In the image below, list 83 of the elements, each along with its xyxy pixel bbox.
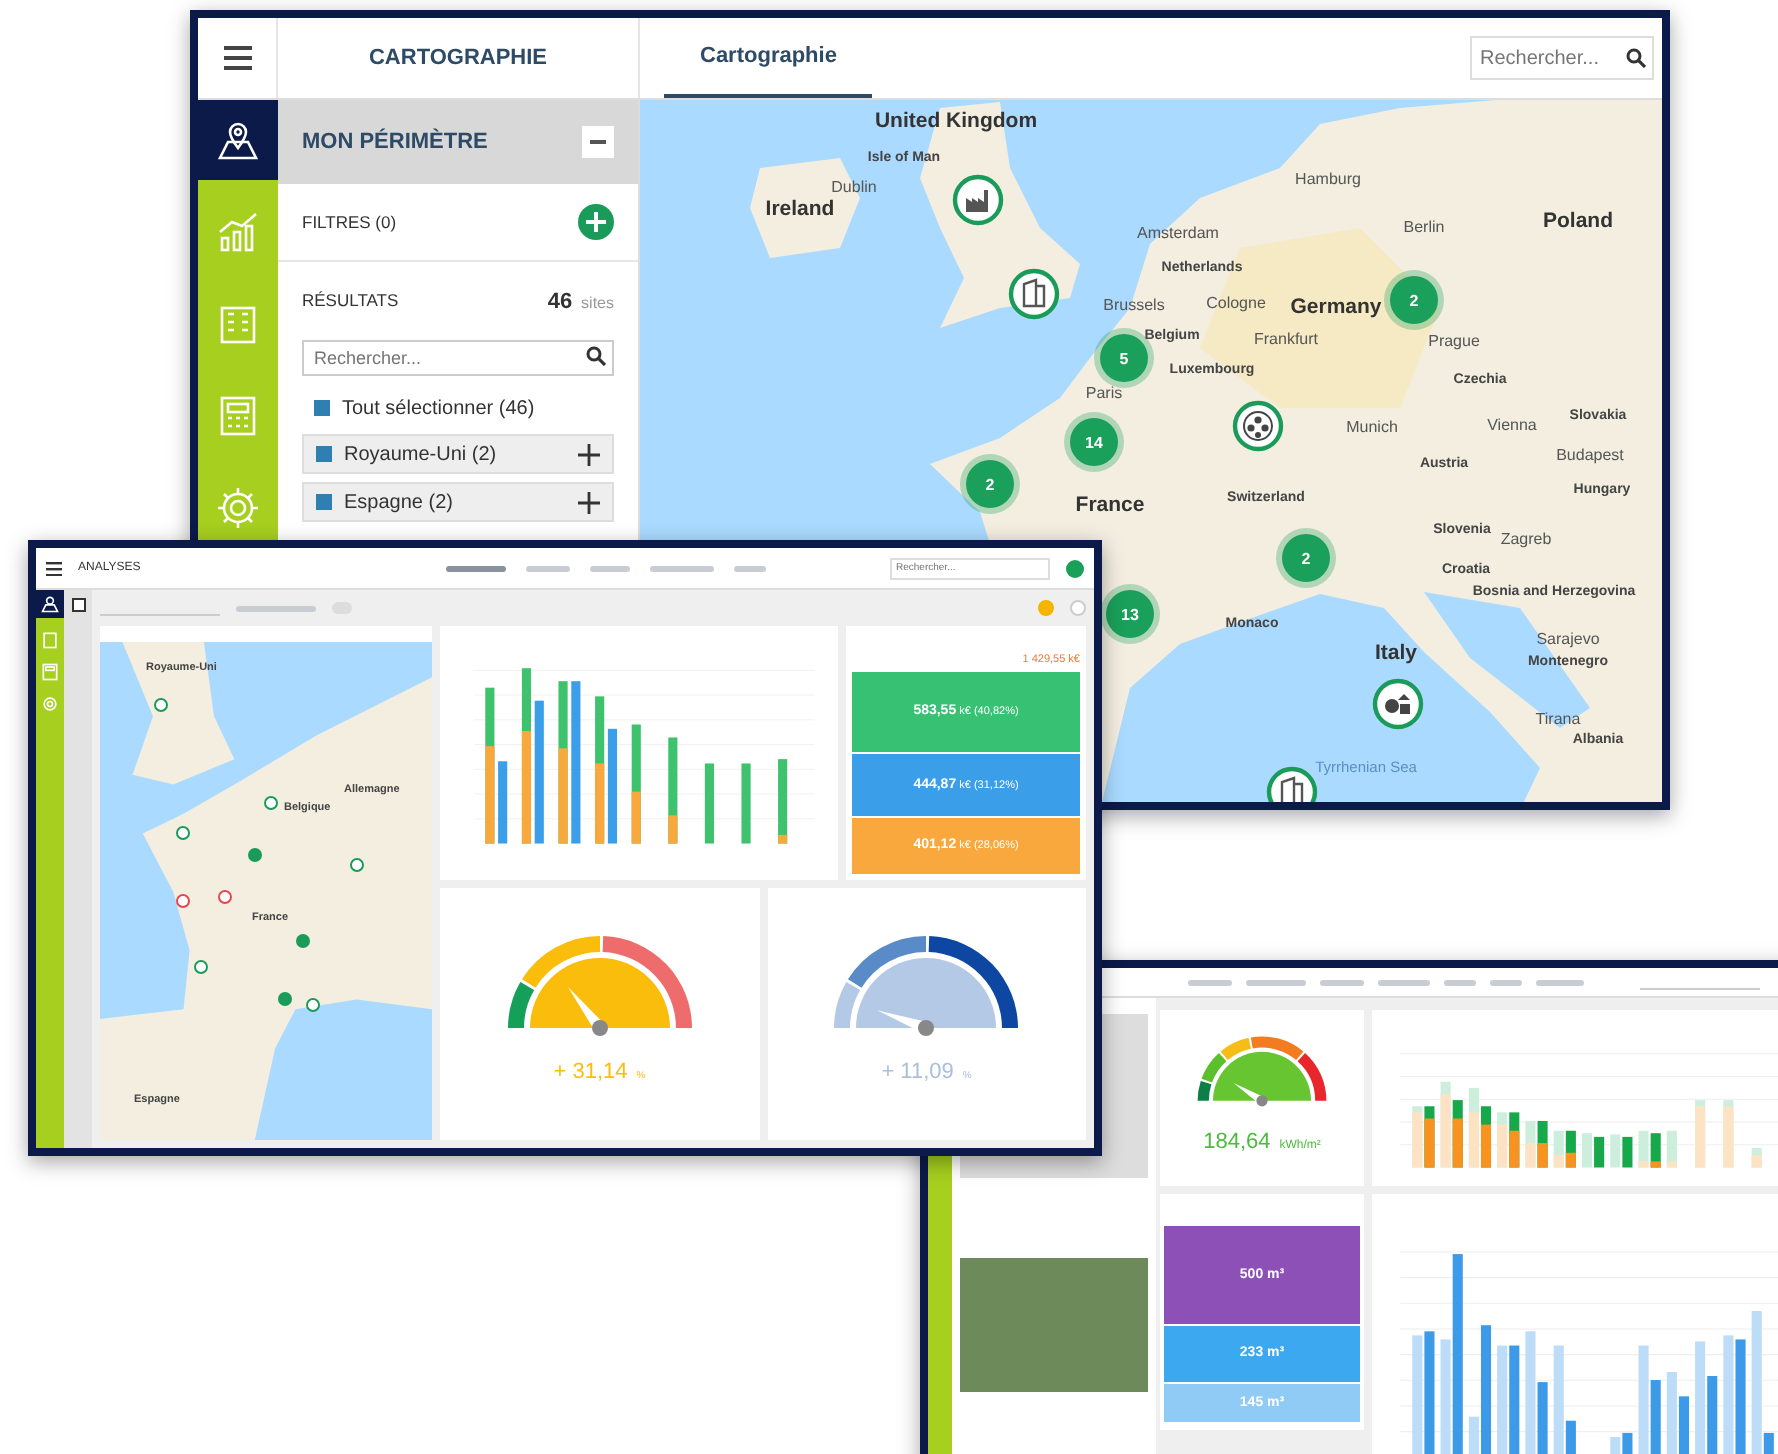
app-title: CARTOGRAPHIE	[368, 46, 548, 70]
map-label: Cologne	[1206, 295, 1266, 313]
calculator-icon[interactable]	[40, 662, 60, 682]
avatar[interactable]	[1066, 559, 1084, 577]
blurred-text	[733, 565, 766, 571]
chart-bar	[1723, 1106, 1734, 1168]
map-label: Munich	[1346, 419, 1398, 437]
chart-bar	[741, 763, 751, 844]
blurred-text	[1188, 979, 1232, 985]
nav-item[interactable]	[36, 590, 64, 618]
blurred-text	[236, 605, 316, 611]
plus-icon	[586, 212, 606, 232]
map-label: Budapest	[1556, 447, 1624, 465]
gauge-value: + 31,14	[553, 1059, 628, 1083]
ball-marker-icon[interactable]	[1232, 400, 1284, 452]
map-pin-icon	[40, 594, 60, 614]
menu-icon	[223, 46, 251, 70]
filters-label: FILTRES (0)	[302, 212, 397, 232]
gauge-drawing	[1192, 1030, 1332, 1110]
checkbox[interactable]	[316, 494, 332, 510]
map-label: Vienna	[1487, 417, 1537, 435]
results-unit: sites	[581, 294, 614, 312]
factory-marker-icon[interactable]	[952, 174, 1004, 226]
panel-title: MON PÉRIMÈTRE	[302, 130, 488, 154]
list-item[interactable]: Espagne (2)	[302, 482, 614, 522]
plus-icon[interactable]	[578, 443, 600, 465]
blurred-text	[1246, 979, 1306, 985]
map-label: Berlin	[1403, 219, 1445, 237]
building-marker-icon[interactable]	[1008, 268, 1060, 320]
checkbox[interactable]	[314, 400, 330, 416]
chart-bar	[1695, 1106, 1706, 1168]
blurred-text	[445, 565, 506, 571]
menu-icon[interactable]	[46, 561, 62, 575]
map-label: France	[1075, 495, 1145, 517]
line-chart-icon	[214, 208, 262, 256]
blurred-text	[1490, 979, 1522, 985]
search-icon	[1626, 48, 1646, 68]
blurred-text	[1320, 979, 1364, 985]
blurred-text	[1378, 979, 1430, 985]
blurred-text	[649, 565, 714, 571]
map-label: Germany	[1290, 297, 1382, 319]
collapse-button[interactable]	[71, 598, 85, 612]
collapse-button[interactable]	[582, 126, 614, 158]
map-label: Paris	[1085, 385, 1123, 403]
site-marker[interactable]	[176, 894, 190, 908]
map-label: Dublin	[831, 179, 877, 197]
settings-icon	[214, 484, 262, 532]
add-filter-button[interactable]	[578, 204, 614, 240]
checkbox[interactable]	[316, 446, 332, 462]
blurred-text	[1444, 979, 1476, 985]
search-field[interactable]: Rechercher...	[302, 340, 614, 376]
map-label: Zagreb	[1500, 531, 1552, 549]
nav-item[interactable]	[198, 100, 278, 180]
map-label: Hamburg	[1295, 171, 1361, 189]
settings-icon[interactable]	[40, 694, 60, 714]
gauge-value: 184,64	[1203, 1130, 1271, 1154]
plus-icon[interactable]	[578, 491, 600, 513]
chart-bar	[498, 761, 508, 844]
blurred-text	[1536, 979, 1584, 985]
blurred-text	[589, 565, 630, 571]
blurred-text	[525, 565, 570, 571]
results-count: 46	[547, 290, 573, 314]
list-item[interactable]: Royaume-Uni (2)	[302, 434, 614, 474]
select-all-item[interactable]: Tout sélectionner (46)	[302, 390, 614, 426]
gauge-value: + 11,09	[881, 1059, 954, 1083]
map-label: Ireland	[765, 199, 835, 221]
map-label: Sarajevo	[1536, 631, 1600, 649]
map-label: Amsterdam	[1137, 225, 1219, 243]
map-label: Tirana	[1535, 711, 1581, 729]
map-label: Italy	[1375, 643, 1417, 665]
search-field[interactable]: Rechercher...	[1470, 36, 1654, 80]
map-label: Brussels	[1103, 297, 1165, 315]
map-label: Prague	[1428, 333, 1480, 351]
chart-bar	[704, 763, 715, 844]
sites-marker-icon[interactable]	[1372, 678, 1424, 730]
results-label: RÉSULTATS	[302, 290, 399, 310]
building-icon[interactable]	[40, 630, 60, 650]
map-label: United Kingdom	[874, 111, 1038, 133]
map-label: Poland	[1543, 211, 1613, 233]
map-label: Frankfurt	[1254, 331, 1318, 349]
minus-icon	[590, 140, 606, 144]
site-marker[interactable]	[306, 998, 320, 1012]
search-icon	[586, 346, 606, 366]
